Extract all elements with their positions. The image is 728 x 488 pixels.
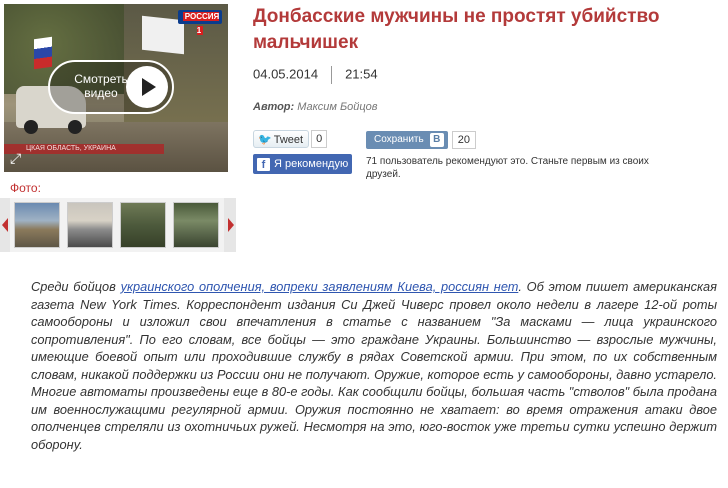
vk-count: 20 — [451, 131, 476, 149]
gallery-thumbnail[interactable] — [67, 202, 113, 248]
photo-gallery-strip — [0, 198, 236, 252]
tweet-button[interactable]: 🐦 Tweet — [253, 130, 310, 148]
facebook-recommend-button[interactable]: f Я рекомендую — [253, 154, 353, 174]
tweet-label: Tweet — [273, 134, 304, 146]
vk-logo-icon: В — [429, 133, 444, 147]
gallery-prev-arrow-icon[interactable] — [0, 198, 10, 252]
facebook-recommend-label: Я рекомендую — [274, 158, 349, 170]
article-body-intro: Среди бойцов — [31, 279, 121, 294]
gallery-thumbnail[interactable] — [173, 202, 219, 248]
fullscreen-icon[interactable]: ⤢ — [10, 150, 26, 166]
author-name: Максим Бойцов — [297, 101, 378, 113]
video-player[interactable]: РОССИЯ 1 ЦКАЯ ОБЛАСТЬ, УКРАИНА Смотреть … — [4, 4, 228, 172]
vk-save-label: Сохранить — [374, 134, 424, 145]
tweet-count: 0 — [311, 130, 328, 148]
flag-icon — [34, 36, 52, 70]
article-inline-link[interactable]: украинского ополчения, вопреки заявления… — [121, 279, 519, 294]
vk-save-button[interactable]: Сохранить В — [366, 131, 448, 149]
video-caption-strip: ЦКАЯ ОБЛАСТЬ, УКРАИНА — [4, 144, 164, 154]
article-time: 21:54 — [345, 66, 378, 82]
meta-divider — [331, 66, 333, 84]
channel-logo: РОССИЯ 1 — [178, 10, 222, 35]
play-icon[interactable] — [126, 66, 168, 108]
author-label: Автор: — [253, 101, 295, 113]
article-title: Донбасские мужчины не простят убийство м… — [253, 6, 660, 53]
gallery-next-arrow-icon[interactable] — [224, 198, 236, 252]
twitter-bird-icon: 🐦 — [258, 134, 272, 146]
article-date: 04.05.2014 — [253, 66, 319, 82]
watch-label-line2: видео — [84, 86, 118, 100]
article-body-text: . Об этом пишет американская газета New … — [31, 279, 717, 452]
article-author: Автор: Максим Бойцов — [253, 101, 377, 113]
watch-label-line1: Смотреть — [74, 72, 128, 86]
vk-widget: Сохранить В 20 — [366, 131, 476, 149]
facebook-logo-icon: f — [257, 158, 270, 171]
gallery-thumbnail[interactable] — [14, 202, 60, 248]
article-body: Среди бойцов украинского ополчения, вопр… — [31, 278, 717, 453]
tweet-widget: 🐦 Tweet 0 — [253, 130, 328, 148]
watch-video-label: Смотреть видео — [68, 72, 134, 100]
article-meta: 04.05.2014 21:54 — [253, 66, 378, 84]
gallery-thumbnail[interactable] — [120, 202, 166, 248]
photo-gallery-label: Фото: — [10, 181, 41, 195]
facebook-recommend-text: 71 пользователь рекомендуют это. Станьте… — [366, 156, 649, 180]
watch-video-button[interactable]: Смотреть видео — [48, 60, 174, 114]
